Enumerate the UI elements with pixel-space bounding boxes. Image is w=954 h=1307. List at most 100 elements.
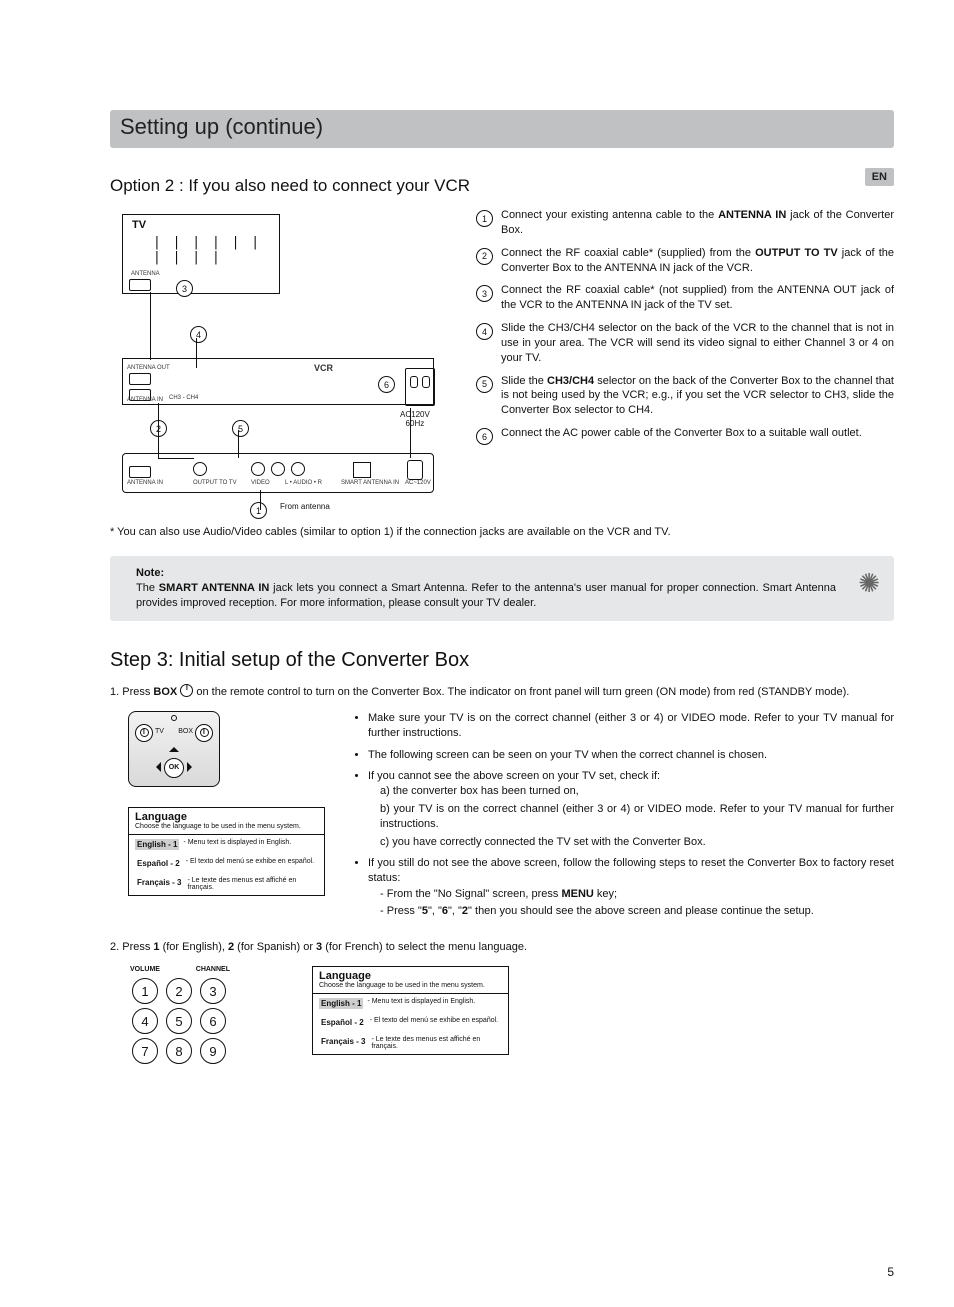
conv-ac-port xyxy=(407,460,423,480)
diagram-callout-3: 3 xyxy=(176,280,193,297)
step-5-text: Slide the CH3/CH4 selector on the back o… xyxy=(501,374,894,419)
lang2-subtitle: Choose the language to be used in the me… xyxy=(313,982,508,994)
bullet-3b: b) your TV is on the correct channel (ei… xyxy=(380,802,894,833)
step-4-text: Slide the CH3/CH4 selector on the back o… xyxy=(501,321,894,366)
wire-5 xyxy=(238,430,239,458)
step-2: 2 Connect the RF coaxial cable* (supplied… xyxy=(476,246,894,276)
step-2-text: Connect the RF coaxial cable* (supplied)… xyxy=(501,246,894,276)
conv-smart-lbl: SMART ANTENNA IN xyxy=(341,480,399,486)
step-1: 1Connect your existing antenna cable to … xyxy=(476,208,894,238)
bullet-4a: From the "No Signal" screen, press MENU … xyxy=(380,887,894,902)
numpad-6: 6 xyxy=(200,1008,226,1034)
step3-item2: 2. Press 1 (for English), 2 (for Spanish… xyxy=(110,940,894,955)
remote-left-icon xyxy=(151,762,161,772)
step-4: 4 Slide the CH3/CH4 selector on the back … xyxy=(476,321,894,366)
numpad-5: 5 xyxy=(166,1008,192,1034)
page-number: 5 xyxy=(887,1265,894,1279)
numpad-2: 2 xyxy=(166,978,192,1004)
conv-video-port xyxy=(251,462,265,476)
lang-row-fr: Français - 3- Le texte des menus est aff… xyxy=(129,873,324,895)
lang2-title: Language xyxy=(313,967,508,982)
conv-smart-port xyxy=(353,462,371,478)
lang-subtitle: Choose the language to be used in the me… xyxy=(129,823,324,835)
vcr-label: VCR xyxy=(314,363,333,373)
vcr-ant-out-lbl: ANTENNA OUT xyxy=(127,365,170,371)
lang2-es-desc: - El texto del menú se exhibe en español… xyxy=(370,1017,502,1024)
from-antenna-label: From antenna xyxy=(280,502,330,511)
remote-box-power xyxy=(195,724,213,742)
wall-outlet xyxy=(405,368,435,406)
step3-heading: Step 3: Initial setup of the Converter B… xyxy=(110,649,894,672)
lang2-fr-tag: Français - 3 xyxy=(319,1036,367,1047)
note-box: ✺ Note: The SMART ANTENNA IN jack lets y… xyxy=(110,556,894,621)
bullet-3: If you cannot see the above screen on yo… xyxy=(368,769,894,850)
remote-up-icon xyxy=(169,742,179,752)
option2-heading: Option 2 : If you also need to connect y… xyxy=(110,176,894,196)
step-5: 5 Slide the CH3/CH4 selector on the back … xyxy=(476,374,894,419)
remote-tv-power xyxy=(135,724,153,742)
conv-video-lbl: VIDEO xyxy=(251,480,270,486)
step-6: 6Connect the AC power cable of the Conve… xyxy=(476,426,894,445)
volume-label: VOLUME xyxy=(130,966,160,973)
lang-en-tag: English - 1 xyxy=(135,839,179,850)
conv-out-port xyxy=(193,462,207,476)
step-list: 1Connect your existing antenna cable to … xyxy=(476,208,894,453)
conv-audio-l xyxy=(271,462,285,476)
lightbulb-icon: ✺ xyxy=(858,566,880,601)
section-title: Setting up (continue) xyxy=(120,114,884,140)
vcr-antenna-out xyxy=(129,373,151,385)
lang2-row-es: Español - 2 - El texto del menú se exhibe… xyxy=(313,1013,508,1032)
step-2-num: 2 xyxy=(476,248,493,265)
step-3: 3Connect the RF coaxial cable* (not supp… xyxy=(476,283,894,313)
lang-title: Language xyxy=(129,808,324,823)
bullet-4: If you still do not see the above screen… xyxy=(368,856,894,920)
channel-label: CHANNEL xyxy=(196,966,230,973)
remote-right-icon xyxy=(187,762,197,772)
remote-numpad-illustration: VOLUME CHANNEL 1 2 3 4 5 6 7 8 9 xyxy=(128,966,232,1066)
lang2-row-en: English - 1- Menu text is displayed in E… xyxy=(313,994,508,1013)
numpad-3: 3 xyxy=(200,978,226,1004)
tv-box: TV | | | | | | | | | | ANTENNA xyxy=(122,214,280,294)
conv-out-lbl: OUTPUT TO TV xyxy=(193,480,237,486)
language-menu-1: Language Choose the language to be used … xyxy=(128,807,325,896)
bullet-3a: a) the converter box has been turned on, xyxy=(380,784,894,799)
numpad-9: 9 xyxy=(200,1038,226,1064)
remote-box-lbl: BOX xyxy=(178,728,193,735)
remote-ok-button: OK xyxy=(164,758,184,778)
diagram-callout-6: 6 xyxy=(378,376,395,393)
language-menu-2: Language Choose the language to be used … xyxy=(312,966,509,1055)
conv-antenna-in xyxy=(129,466,151,478)
lang-es-tag: Español - 2 xyxy=(135,858,182,869)
option2-row: TV | | | | | | | | | | ANTENNA 3 VCR ANT… xyxy=(110,208,894,508)
step-6-text: Connect the AC power cable of the Conver… xyxy=(501,426,862,445)
converter-box: ANTENNA IN OUTPUT TO TV VIDEO L • AUDIO … xyxy=(122,453,434,493)
conv-ant-in-lbl: ANTENNA IN xyxy=(127,480,163,486)
tv-antenna-port xyxy=(129,279,151,291)
conv-ac-lbl: AC~120V xyxy=(405,480,431,486)
bullet-3c: c) you have correctly connected the TV s… xyxy=(380,835,894,850)
lang-fr-tag: Français - 3 xyxy=(135,877,183,888)
remote-top-illustration: TV BOX OK xyxy=(128,711,220,787)
connection-diagram: TV | | | | | | | | | | ANTENNA 3 VCR ANT… xyxy=(110,208,440,508)
conv-audio-lbl: L • AUDIO • R xyxy=(285,480,322,486)
power-icon xyxy=(140,728,149,737)
lang2-es-tag: Español - 2 xyxy=(319,1017,366,1028)
note-label: Note: xyxy=(136,567,164,579)
step-5-num: 5 xyxy=(476,376,493,393)
step-1-num: 1 xyxy=(476,210,493,227)
step3-item2-row: VOLUME CHANNEL 1 2 3 4 5 6 7 8 9 Languag… xyxy=(110,966,894,1066)
language-tab: EN xyxy=(865,168,894,186)
bullet-2: The following screen can be seen on your… xyxy=(368,748,894,763)
page: EN Setting up (continue) Option 2 : If y… xyxy=(0,0,954,1307)
lang-es-desc: - El texto del menú se exhibe en español… xyxy=(186,858,318,865)
bullet-4b: Press "5", "6", "2" then you should see … xyxy=(380,904,894,919)
step-3-num: 3 xyxy=(476,285,493,302)
wire-6 xyxy=(410,408,411,458)
lang-row-es: Español - 2 - El texto del menú se exhibe… xyxy=(129,854,324,873)
step-4-num: 4 xyxy=(476,323,493,340)
footnote: * You can also use Audio/Video cables (s… xyxy=(110,526,894,538)
tv-vents: | | | | | | | | | | xyxy=(153,235,279,265)
step3-item1: 1. Press BOX on the remote control to tu… xyxy=(110,684,894,700)
wire-2a xyxy=(158,403,159,458)
antenna-label: ANTENNA xyxy=(131,271,160,277)
